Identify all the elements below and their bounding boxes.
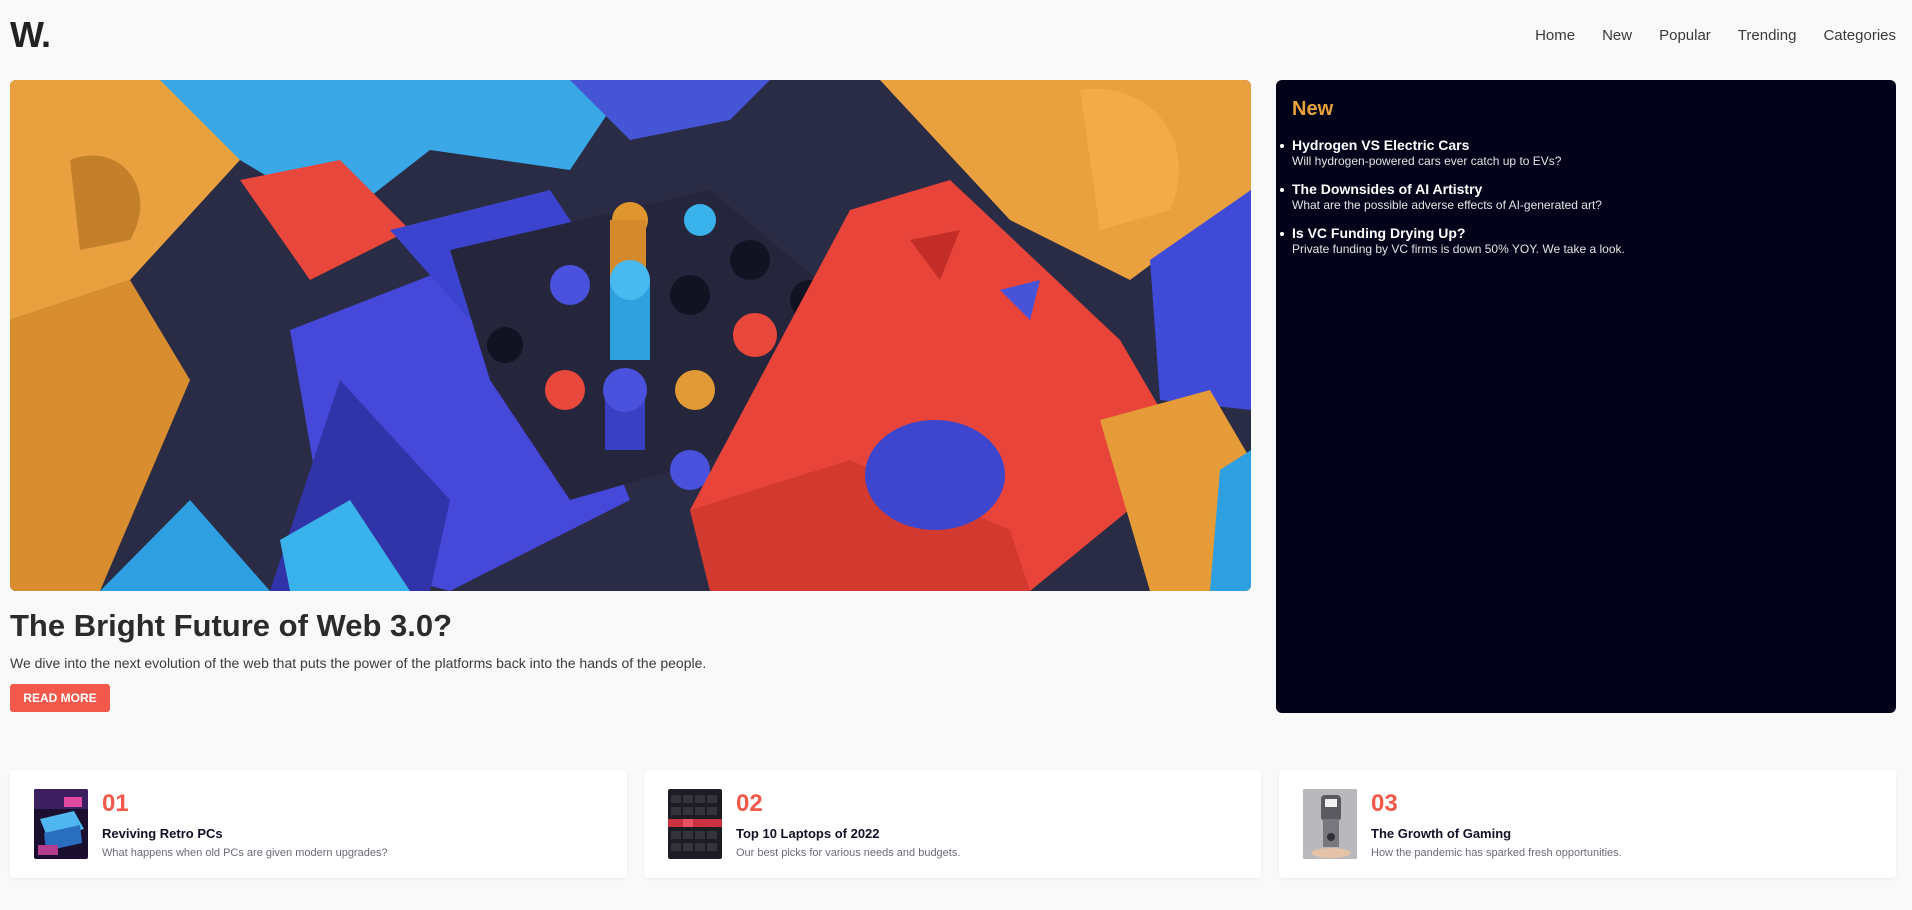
card-body: 02 Top 10 Laptops of 2022 Our best picks… (736, 790, 960, 859)
card-description: How the pandemic has sparked fresh oppor… (1371, 846, 1622, 859)
hero-description: We dive into the next evolution of the w… (10, 655, 707, 671)
article-card[interactable]: 01 Reviving Retro PCs What happens when … (10, 770, 627, 878)
new-articles-panel: New Hydrogen VS Electric Cars Will hydro… (1276, 80, 1896, 713)
nav-popular[interactable]: Popular (1659, 27, 1711, 44)
site-logo[interactable]: W. (10, 14, 51, 56)
new-article-item[interactable]: The Downsides of AI Artistry What are th… (1280, 181, 1880, 212)
new-article-desc: Private funding by VC firms is down 50% … (1292, 242, 1625, 256)
new-article-title[interactable]: The Downsides of AI Artistry (1292, 181, 1880, 197)
card-number: 01 (102, 789, 129, 817)
nav-categories[interactable]: Categories (1823, 27, 1896, 44)
new-panel-title: New (1292, 98, 1334, 120)
nav-home[interactable]: Home (1535, 27, 1575, 44)
hero-image (10, 80, 1251, 591)
laptop-keyboard-thumbnail (668, 789, 722, 859)
site-header: W. Home New Popular Trending Categories (10, 0, 1896, 70)
new-articles-list: Hydrogen VS Electric Cars Will hydrogen-… (1280, 137, 1880, 256)
new-article-item[interactable]: Is VC Funding Drying Up? Private funding… (1280, 225, 1880, 256)
card-description: Our best picks for various needs and bud… (736, 846, 961, 859)
nav-trending[interactable]: Trending (1738, 27, 1797, 44)
card-number: 03 (1371, 789, 1398, 817)
card-title[interactable]: Top 10 Laptops of 2022 (736, 826, 960, 841)
read-more-button[interactable]: READ MORE (10, 684, 110, 712)
new-article-title[interactable]: Is VC Funding Drying Up? (1292, 225, 1880, 241)
new-article-item[interactable]: Hydrogen VS Electric Cars Will hydrogen-… (1280, 137, 1880, 168)
card-title[interactable]: Reviving Retro PCs (102, 826, 388, 841)
hero-title: The Bright Future of Web 3.0? (10, 608, 453, 643)
nav-new[interactable]: New (1602, 27, 1632, 44)
article-card[interactable]: 02 Top 10 Laptops of 2022 Our best picks… (644, 770, 1261, 878)
card-body: 01 Reviving Retro PCs What happens when … (102, 790, 388, 859)
article-card[interactable]: 03 The Growth of Gaming How the pandemic… (1279, 770, 1896, 878)
retro-pc-thumbnail (34, 789, 88, 859)
new-article-title[interactable]: Hydrogen VS Electric Cars (1292, 137, 1880, 153)
new-article-desc: Will hydrogen-powered cars ever catch up… (1292, 154, 1562, 168)
gaming-controller-thumbnail (1303, 789, 1357, 859)
card-title[interactable]: The Growth of Gaming (1371, 826, 1622, 841)
card-number: 02 (736, 789, 763, 817)
main-nav: Home New Popular Trending Categories (1535, 27, 1896, 44)
new-article-desc: What are the possible adverse effects of… (1292, 198, 1602, 212)
card-body: 03 The Growth of Gaming How the pandemic… (1371, 790, 1622, 859)
card-description: What happens when old PCs are given mode… (102, 846, 388, 859)
